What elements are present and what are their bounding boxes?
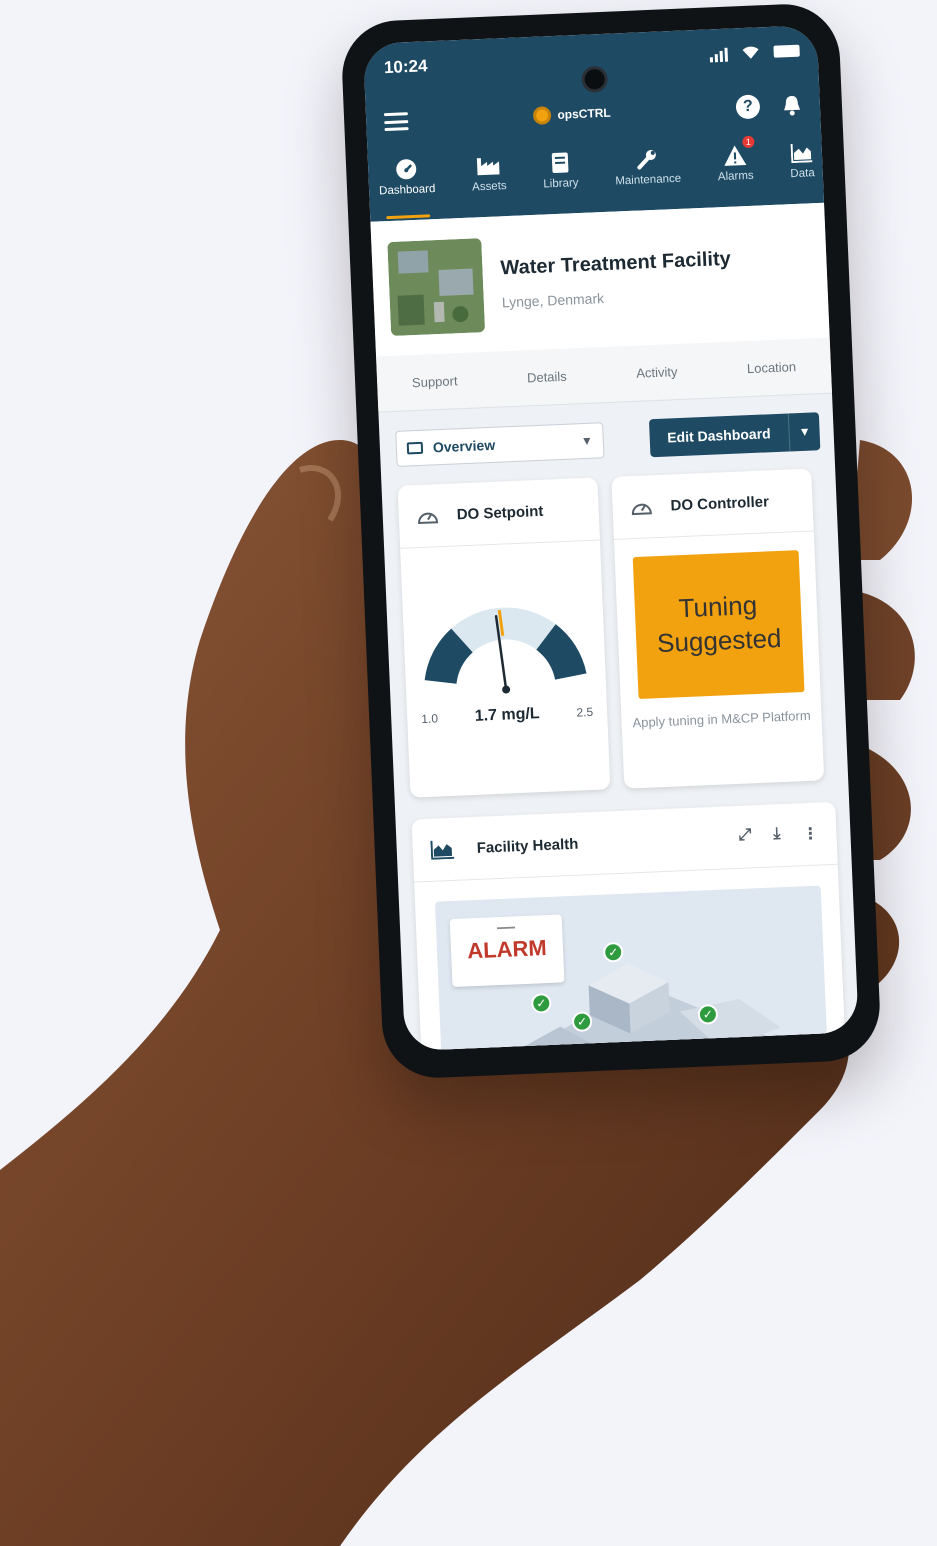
status-time: 10:24	[383, 56, 428, 78]
logo-icon	[533, 106, 552, 125]
tab-data-label: Data	[790, 167, 815, 181]
subtab-activity[interactable]: Activity	[636, 364, 678, 381]
gauge-icon	[418, 512, 439, 525]
book-icon	[551, 152, 569, 174]
view-select[interactable]: Overview ▼	[395, 422, 605, 467]
facility-health-card: Facility Health ⤢ ⤓ ⋮ ▬▬▬ ALARM ✓ ✓ ✓ ✓	[411, 801, 847, 1052]
alarm-label: ALARM	[466, 935, 548, 964]
signal-icon	[709, 46, 729, 63]
edit-dashboard-label: Edit Dashboard	[666, 425, 771, 446]
area-chart-icon	[430, 840, 455, 860]
phone: 10:24 opsCTRL ? Dashboard Assets Library…	[340, 2, 882, 1080]
facility-health-title: Facility Health	[476, 835, 579, 857]
do-controller-card: DO Controller Tuning Suggested Apply tuni…	[611, 468, 825, 789]
do-setpoint-card: DO Setpoint 1.0 1.7 mg/L 2.5	[397, 477, 611, 798]
tab-maintenance-label: Maintenance	[615, 172, 682, 188]
edit-dashboard-dropdown-icon[interactable]: ▼	[787, 412, 821, 452]
tab-alarms-label: Alarms	[717, 169, 754, 184]
tab-library-label: Library	[543, 177, 579, 191]
facility-location: Lynge, Denmark	[501, 290, 605, 311]
facility-header: Water Treatment Facility Lynge, Denmark	[370, 202, 830, 357]
gauge-min-label: 1.0	[420, 711, 439, 727]
widget-row: DO Setpoint 1.0 1.7 mg/L 2.5 DO Controll…	[381, 460, 848, 799]
tab-data[interactable]: Data	[789, 133, 816, 204]
download-icon[interactable]: ⤓	[773, 825, 781, 845]
tab-assets-label: Assets	[471, 180, 507, 194]
wrench-icon	[637, 149, 657, 170]
tab-library[interactable]: Library	[542, 143, 580, 214]
help-icon[interactable]: ?	[735, 94, 761, 120]
chevron-down-icon: ▼	[580, 433, 594, 449]
wifi-icon	[742, 46, 759, 59]
alarm-card[interactable]: ▬▬▬ ALARM	[449, 914, 565, 988]
app-logo: opsCTRL	[533, 104, 611, 125]
menu-icon[interactable]	[383, 112, 409, 132]
warning-icon	[724, 145, 747, 166]
subtab-location[interactable]: Location	[747, 359, 797, 376]
dashboard-icon	[396, 159, 417, 180]
subtab-details[interactable]: Details	[527, 369, 567, 386]
do-controller-title: DO Controller	[670, 492, 770, 514]
chart-icon	[790, 144, 813, 164]
tuning-status-badge[interactable]: Tuning Suggested	[632, 550, 805, 699]
facility-photo	[387, 237, 486, 336]
tab-dashboard[interactable]: Dashboard	[377, 149, 436, 221]
expand-icon[interactable]: ⤢	[738, 826, 752, 847]
gauge-icon	[631, 503, 652, 516]
tab-assets[interactable]: Assets	[470, 146, 507, 217]
gauge-dial	[424, 607, 587, 694]
app-brand-name: opsCTRL	[557, 105, 612, 122]
alarm-count-badge: 1	[742, 135, 755, 149]
facility-health-visual: ▬▬▬ ALARM ✓ ✓ ✓ ✓	[434, 885, 829, 1052]
app-header: 10:24 opsCTRL ? Dashboard Assets Library…	[362, 24, 825, 222]
subtab-support[interactable]: Support	[412, 373, 458, 390]
monitor-icon	[406, 441, 424, 455]
tab-alarms[interactable]: 1 Alarms	[716, 135, 755, 207]
factory-icon	[477, 158, 500, 176]
phone-screen: 10:24 opsCTRL ? Dashboard Assets Library…	[362, 24, 859, 1052]
tab-dashboard-label: Dashboard	[378, 183, 436, 198]
edit-dashboard-button[interactable]: Edit Dashboard ▼	[648, 412, 821, 458]
do-setpoint-title: DO Setpoint	[456, 502, 544, 523]
gauge-max-label: 2.5	[576, 704, 594, 720]
bell-icon[interactable]	[781, 94, 802, 117]
do-setpoint-gauge: 1.0 1.7 mg/L 2.5	[400, 540, 609, 778]
view-select-value: Overview	[432, 436, 496, 456]
tuning-note: Apply tuning in M&CP Platform	[632, 707, 811, 731]
more-options-icon[interactable]: ⋮	[802, 824, 819, 845]
gauge-value-label: 1.7 mg/L	[474, 705, 540, 725]
tab-maintenance[interactable]: Maintenance	[614, 139, 683, 212]
facility-title: Water Treatment Facility	[500, 247, 732, 280]
battery-icon	[773, 44, 800, 58]
